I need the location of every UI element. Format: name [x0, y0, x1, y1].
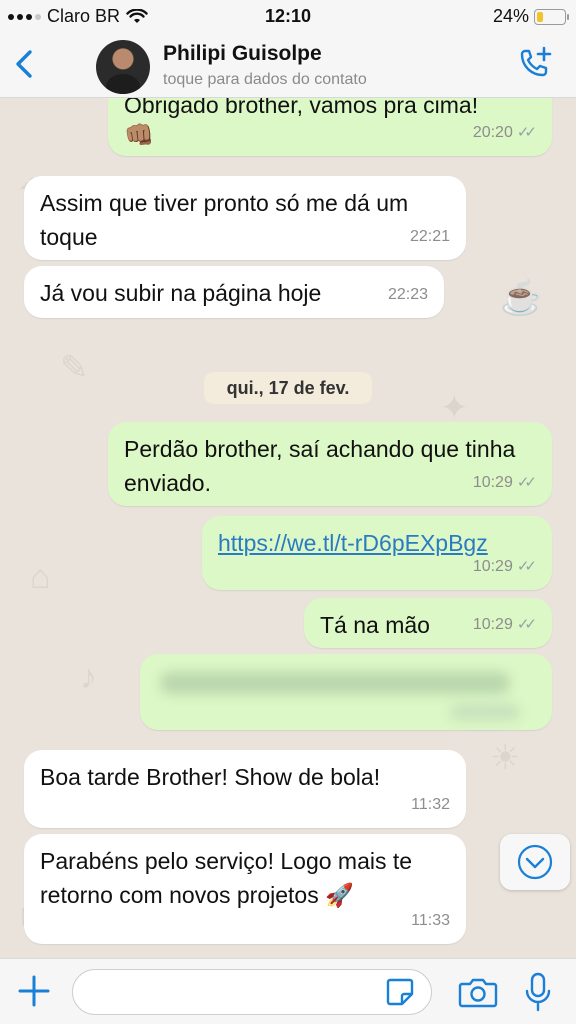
message-bubble-incoming[interactable]: Boa tarde Brother! Show de bola! 11:32 — [24, 750, 466, 828]
message-bubble-incoming[interactable]: Já vou subir na página hoje 22:23 — [24, 266, 444, 318]
message-bubble-outgoing[interactable]: https://we.tl/t-rD6pEXpBgz 10:29 ✓✓ — [202, 516, 552, 590]
message-time: 10:29 — [472, 558, 513, 575]
message-meta: 10:29 ✓✓ — [472, 550, 537, 584]
message-meta: 10:29 ✓✓ — [472, 466, 537, 500]
battery-icon — [534, 8, 569, 25]
status-time: 12:10 — [264, 6, 312, 26]
back-button[interactable] — [8, 44, 44, 84]
message-bubble-incoming[interactable]: Assim que tiver pronto só me dá um toque… — [24, 176, 466, 260]
message-time: 22:21 — [409, 228, 450, 245]
double-check-icon: ✓✓ — [516, 558, 537, 575]
camera-button[interactable] — [458, 974, 498, 1010]
message-meta: 20:20 ✓✓ — [472, 116, 537, 150]
contact-avatar[interactable] — [96, 40, 150, 94]
message-bubble-outgoing[interactable]: Perdão brother, saí achando que tinha en… — [108, 422, 552, 506]
message-bubble-redacted[interactable] — [140, 654, 552, 730]
chat-area[interactable]: ☁ ☕ ✎ ✦ ⌂ ♪ ☀ ✉ Obrigado brother, vamos … — [0, 98, 576, 958]
camera-icon — [458, 978, 498, 1008]
message-text: Boa tarde Brother! Show de bola! — [40, 764, 381, 790]
message-bubble-outgoing[interactable]: Tá na mão 10:29 ✓✓ — [304, 598, 552, 648]
sticker-icon — [386, 978, 414, 1006]
message-meta: 11:32 — [411, 788, 450, 822]
message-text: Assim que tiver pronto só me dá um toque — [40, 190, 409, 250]
phone-plus-icon — [520, 46, 552, 77]
status-bar: Claro BR 12:10 24% — [0, 0, 576, 32]
microphone-icon — [525, 972, 551, 1012]
redacted-time — [450, 704, 520, 720]
message-input-bar — [0, 958, 576, 1024]
message-meta: 10:29 ✓✓ — [472, 608, 537, 642]
contact-name[interactable]: Philipi Guisolpe — [163, 42, 322, 66]
message-bubble-outgoing[interactable]: Obrigado brother, vamos pra cima! 👊🏽 20:… — [108, 98, 552, 156]
double-check-icon: ✓✓ — [516, 124, 537, 141]
background-doodle: ☀ — [490, 739, 521, 777]
double-check-icon: ✓✓ — [516, 616, 537, 633]
chevron-left-icon — [16, 50, 32, 78]
message-input[interactable] — [72, 969, 432, 1015]
chevron-down-icon — [517, 844, 553, 880]
message-time: 10:29 — [472, 474, 513, 491]
date-separator: qui., 17 de fev. — [204, 372, 372, 404]
message-meta: 11:33 — [411, 904, 450, 938]
background-doodle: ☕ — [500, 279, 543, 317]
attach-button[interactable] — [16, 973, 52, 1009]
redacted-text — [160, 672, 510, 694]
background-doodle: ✎ — [60, 349, 89, 387]
background-doodle: ⌂ — [30, 558, 51, 596]
microphone-button[interactable] — [522, 971, 554, 1013]
message-meta: 22:21 — [410, 220, 450, 254]
double-check-icon: ✓✓ — [516, 474, 537, 491]
message-time: 11:33 — [411, 912, 450, 929]
message-time: 22:23 — [387, 286, 428, 303]
message-time: 20:20 — [472, 124, 513, 141]
scroll-to-bottom-button[interactable] — [500, 834, 570, 890]
contact-subtitle[interactable]: toque para dados do contato — [163, 71, 367, 89]
message-text: Parabéns pelo serviço! Logo mais te reto… — [40, 848, 413, 908]
message-text: Já vou subir na página hoje — [40, 280, 322, 306]
call-button[interactable] — [514, 44, 554, 84]
message-meta: 22:23 — [388, 278, 428, 312]
message-time: 10:29 — [472, 616, 513, 633]
battery-percent: 24% — [492, 6, 529, 26]
sticker-button[interactable] — [384, 976, 416, 1008]
message-time: 11:32 — [411, 796, 450, 813]
message-bubble-incoming[interactable]: Parabéns pelo serviço! Logo mais te reto… — [24, 834, 466, 944]
plus-icon — [18, 975, 50, 1007]
battery-info: 24% — [492, 6, 569, 27]
background-doodle: ♪ — [80, 658, 97, 696]
chat-header: Philipi Guisolpe toque para dados do con… — [0, 32, 576, 98]
